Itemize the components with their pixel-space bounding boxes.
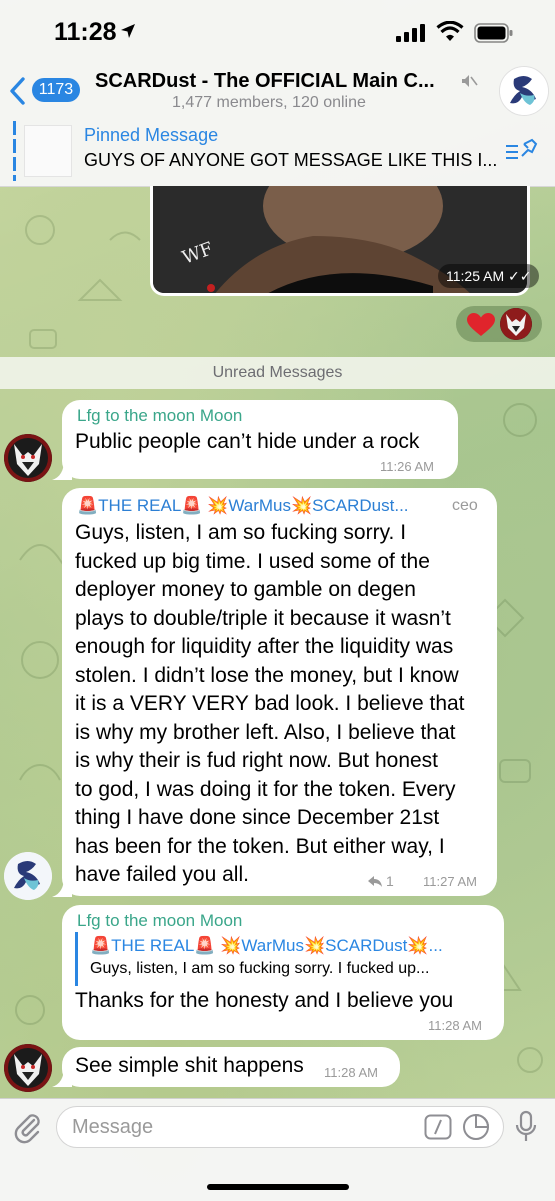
- wolf-avatar-icon: [4, 434, 52, 482]
- pinned-indicator: [13, 121, 16, 181]
- message-time: 11:28 AM: [428, 1018, 482, 1033]
- group-logo-icon: [500, 67, 548, 115]
- message-sender[interactable]: Lfg to the moon Moon: [77, 911, 242, 931]
- reply-quote-text: Guys, listen, I am so fucking sorry. I f…: [90, 960, 430, 977]
- message-text: Thanks for the honesty and I believe you: [75, 989, 454, 1012]
- message-line: deployer money to gamble on degen: [75, 578, 416, 601]
- bubble-tail: [52, 877, 72, 897]
- message-line: have failed you all.: [75, 863, 249, 886]
- pinned-thumbnail: [24, 125, 72, 177]
- message-text: Guys, listen, I am so fucking sorry. I f…: [75, 519, 465, 890]
- message-line: is why their is fud right now. But hones…: [75, 749, 439, 772]
- message-sender[interactable]: 🚨THE REAL🚨 💥WarMus💥SCARDust...: [77, 496, 409, 516]
- message-line: Guys, listen, I am so fucking sorry. I: [75, 521, 407, 544]
- message-line: to god, I was doing it for the token. Ev…: [75, 777, 456, 801]
- signal-icon: [396, 24, 425, 42]
- wifi-icon: [436, 21, 464, 41]
- reply-quote[interactable]: 🚨THE REAL🚨 💥WarMus💥SCARDust💥... Guys, li…: [75, 932, 485, 986]
- message-line: plays to double/triple it because it was…: [75, 606, 451, 630]
- mute-icon: [462, 75, 478, 87]
- battery-icon: [474, 23, 513, 43]
- message-line: has been for the token. But either way, …: [75, 834, 445, 858]
- message-text: See simple shit happens: [75, 1054, 304, 1077]
- user-avatar[interactable]: [4, 434, 52, 482]
- image-time-text: 11:25 AM: [446, 268, 505, 284]
- mic-icon[interactable]: [515, 1110, 537, 1144]
- group-avatar[interactable]: [499, 66, 549, 116]
- wolf-avatar-icon: [4, 1044, 52, 1092]
- message-time: 11:26 AM: [380, 459, 434, 474]
- chat-member-count: 1,477 members, 120 online: [172, 94, 366, 111]
- reply-arrow-icon: [368, 876, 382, 887]
- attach-icon[interactable]: [12, 1110, 42, 1144]
- unread-messages-divider: Unread Messages: [0, 357, 555, 389]
- reply-quote-sender: 🚨THE REAL🚨 💥WarMus💥SCARDust💥...: [90, 936, 443, 955]
- user-avatar[interactable]: [4, 1044, 52, 1092]
- message-line: it is a VERY VERY bad look. I believe th…: [75, 692, 465, 715]
- message-line: enough for liquidity after the liquidity…: [75, 635, 454, 658]
- pinned-title: Pinned Message: [84, 125, 219, 145]
- message-time: 11:27 AM: [423, 874, 477, 889]
- message-text: Public people can’t hide under a rock: [75, 430, 420, 453]
- bubble-tail: [52, 1067, 72, 1087]
- message-line: thing I have done since December 21st: [75, 806, 440, 829]
- image-timestamp: 11:25 AM ✓✓: [438, 264, 540, 288]
- reactor-avatar: [500, 308, 532, 340]
- chat-title[interactable]: SCARDust - The OFFICIAL Main C...: [95, 70, 435, 93]
- message-line: is why my brother left. Also, I believe …: [75, 720, 456, 744]
- pinned-text: GUYS OF ANYONE GOT MESSAGE LIKE THIS I..…: [84, 150, 498, 170]
- message-time: 11:28 AM: [324, 1065, 378, 1080]
- command-icon[interactable]: [424, 1114, 452, 1140]
- message-line: stolen. I didn’t lose the money, but I k…: [75, 663, 459, 687]
- back-chevron-icon[interactable]: [8, 76, 28, 106]
- bubble-tail: [52, 460, 72, 480]
- status-time: 11:28: [54, 18, 117, 46]
- wolf-avatar-icon: [500, 308, 532, 340]
- sticker-icon[interactable]: [462, 1113, 490, 1141]
- user-avatar[interactable]: [4, 852, 52, 900]
- member-role-tag: ceo: [452, 497, 478, 514]
- read-check-icon: ✓✓: [508, 268, 532, 284]
- heart-icon: [467, 313, 495, 336]
- pinned-message-bar[interactable]: Pinned Message GUYS OF ANYONE GOT MESSAG…: [0, 117, 555, 185]
- unread-count-badge[interactable]: 1173: [32, 78, 80, 102]
- reply-count[interactable]: 1: [386, 873, 394, 889]
- message-line: fucked up big time. I used some of the: [75, 549, 430, 573]
- pin-list-icon[interactable]: [504, 138, 538, 164]
- location-arrow-icon: [121, 24, 135, 38]
- message-sender[interactable]: Lfg to the moon Moon: [77, 406, 242, 426]
- scardust-avatar-icon: [4, 852, 52, 900]
- home-indicator: [207, 1184, 349, 1190]
